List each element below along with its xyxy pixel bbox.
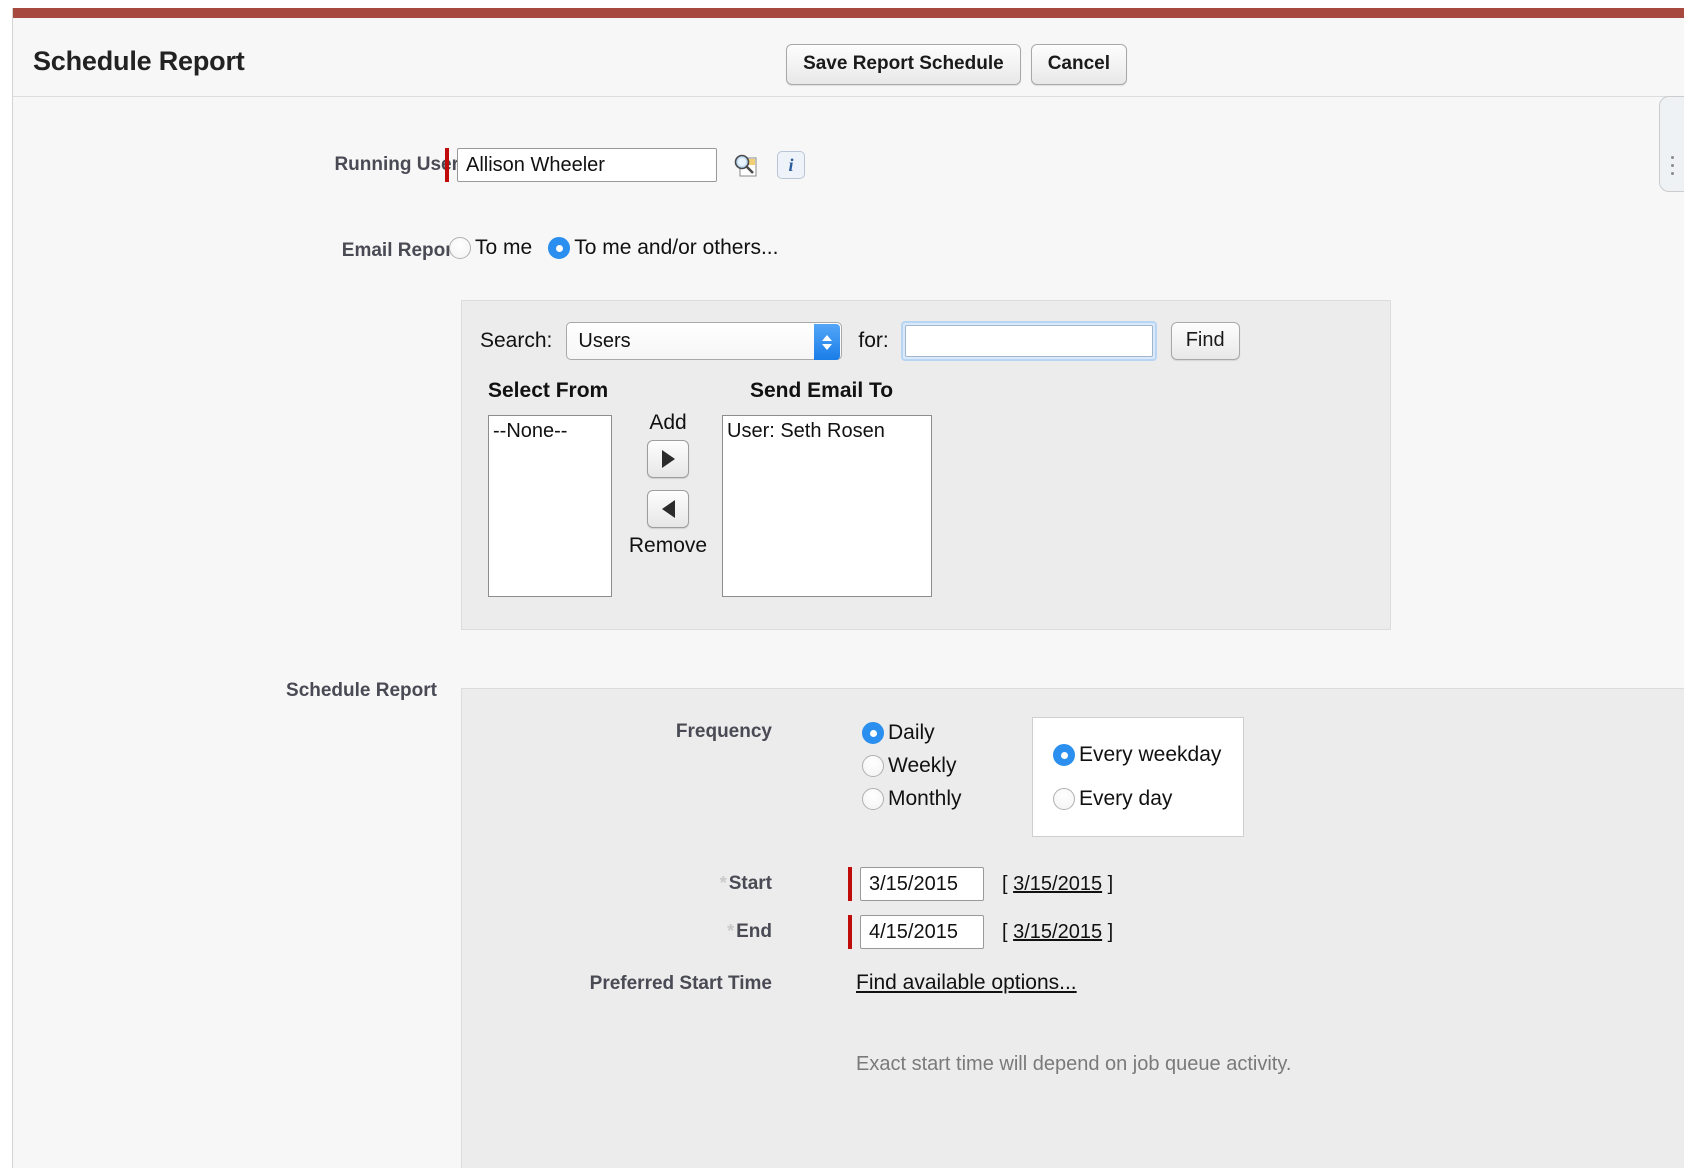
- select-from-listbox[interactable]: --None--: [488, 415, 612, 597]
- arrow-left-icon: [662, 500, 675, 518]
- chevron-updown-icon[interactable]: [814, 324, 840, 360]
- schedule-panel: Frequency Daily Weekly Monthly Every wee…: [461, 688, 1684, 1168]
- running-user-input[interactable]: [457, 148, 717, 182]
- radio-unchecked-icon[interactable]: [862, 788, 884, 810]
- required-star: *: [720, 873, 727, 893]
- frequency-option-monthly-label: Monthly: [888, 787, 962, 811]
- required-indicator: [848, 915, 852, 949]
- radio-checked-icon[interactable]: [1053, 744, 1075, 766]
- list-item[interactable]: User: Seth Rosen: [723, 416, 931, 443]
- frequency-label: Frequency: [612, 721, 772, 743]
- for-label: for:: [858, 329, 888, 353]
- frequency-radio-group: Daily Weekly Monthly: [862, 721, 962, 811]
- running-user-row: Running User i: [13, 148, 1684, 198]
- daily-option-every-weekday-label: Every weekday: [1079, 743, 1221, 767]
- recipient-search-row: Search: Users for: Find: [480, 321, 1240, 361]
- end-date-today-link[interactable]: 3/15/2015: [1013, 921, 1102, 943]
- page-header: Schedule Report Save Report Schedule Can…: [13, 18, 1684, 97]
- cancel-button[interactable]: Cancel: [1031, 44, 1127, 85]
- frequency-option-weekly-label: Weekly: [888, 754, 956, 778]
- find-available-options-link[interactable]: Find available options...: [856, 971, 1077, 995]
- send-email-to-listbox[interactable]: User: Seth Rosen: [722, 415, 932, 597]
- remove-button[interactable]: [647, 490, 689, 528]
- select-from-heading: Select From: [488, 379, 608, 403]
- radio-checked-icon[interactable]: [862, 722, 884, 744]
- end-date-hint: [ 3/15/2015 ]: [1002, 921, 1113, 944]
- start-date-input[interactable]: [860, 867, 984, 901]
- daily-options-box: Every weekday Every day: [1032, 717, 1244, 837]
- end-label: *End: [632, 921, 772, 943]
- search-input-wrapper: [901, 321, 1157, 361]
- start-date-today-link[interactable]: 3/15/2015: [1013, 873, 1102, 895]
- sidebar-toggle-tab[interactable]: [1659, 96, 1684, 192]
- search-type-value: Users: [567, 330, 630, 353]
- radio-unchecked-icon[interactable]: [1053, 788, 1075, 810]
- email-option-to-me[interactable]: To me: [449, 236, 532, 260]
- page-frame: Schedule Report Save Report Schedule Can…: [12, 8, 1684, 1168]
- save-report-schedule-button[interactable]: Save Report Schedule: [786, 44, 1021, 85]
- email-option-to-me-and-others[interactable]: To me and/or others...: [548, 236, 778, 260]
- arrow-right-icon: [662, 450, 675, 468]
- email-option-to-me-label: To me: [475, 236, 532, 260]
- search-label: Search:: [480, 329, 552, 353]
- running-user-field: i: [445, 148, 805, 182]
- radio-unchecked-icon[interactable]: [862, 755, 884, 777]
- start-date-row: [ 3/15/2015 ]: [848, 867, 1113, 901]
- job-queue-note: Exact start time will depend on job queu…: [856, 1053, 1291, 1076]
- required-star: *: [727, 921, 734, 941]
- email-report-radio-group: To me To me and/or others...: [449, 236, 778, 260]
- find-button[interactable]: Find: [1171, 322, 1240, 360]
- daily-option-every-day-label: Every day: [1079, 787, 1172, 811]
- radio-unchecked-icon[interactable]: [449, 237, 471, 259]
- send-email-to-heading: Send Email To: [750, 379, 893, 403]
- end-label-text: End: [736, 921, 772, 942]
- email-report-label: Email Report: [159, 240, 459, 262]
- required-indicator: [445, 148, 449, 182]
- frequency-option-daily[interactable]: Daily: [862, 721, 962, 745]
- lookup-magnifier-icon[interactable]: [731, 151, 759, 179]
- remove-label: Remove: [629, 534, 707, 557]
- recipients-panel: Search: Users for: Find Select From Send…: [461, 300, 1391, 630]
- header-actions: Save Report Schedule Cancel: [786, 44, 1127, 85]
- frequency-option-monthly[interactable]: Monthly: [862, 787, 962, 811]
- end-date-input[interactable]: [860, 915, 984, 949]
- required-indicator: [848, 867, 852, 901]
- add-button[interactable]: [647, 440, 689, 478]
- add-label: Add: [649, 411, 686, 434]
- end-date-row: [ 3/15/2015 ]: [848, 915, 1113, 949]
- add-remove-controls: Add Remove: [622, 411, 714, 557]
- dot-icon: [1671, 172, 1674, 175]
- radio-checked-icon[interactable]: [548, 237, 570, 259]
- email-report-row: Email Report To me To me and/or others..…: [13, 236, 1684, 280]
- daily-option-every-weekday[interactable]: Every weekday: [1053, 743, 1243, 767]
- running-user-label: Running User: [159, 154, 459, 176]
- frequency-option-daily-label: Daily: [888, 721, 935, 745]
- search-type-select[interactable]: Users: [566, 322, 842, 360]
- start-date-hint: [ 3/15/2015 ]: [1002, 873, 1113, 896]
- info-icon[interactable]: i: [777, 151, 805, 179]
- search-input[interactable]: [905, 325, 1153, 357]
- start-label: *Start: [632, 873, 772, 895]
- start-label-text: Start: [729, 873, 772, 894]
- page-title: Schedule Report: [33, 46, 245, 77]
- frequency-option-weekly[interactable]: Weekly: [862, 754, 962, 778]
- list-item[interactable]: --None--: [489, 416, 611, 443]
- top-accent-bar: [13, 8, 1684, 18]
- email-option-to-me-and-others-label: To me and/or others...: [574, 236, 778, 260]
- preferred-start-time-label: Preferred Start Time: [522, 973, 772, 995]
- dot-icon: [1671, 156, 1674, 159]
- schedule-report-section-label: Schedule Report: [137, 680, 437, 702]
- dot-icon: [1671, 164, 1674, 167]
- daily-option-every-day[interactable]: Every day: [1053, 787, 1243, 811]
